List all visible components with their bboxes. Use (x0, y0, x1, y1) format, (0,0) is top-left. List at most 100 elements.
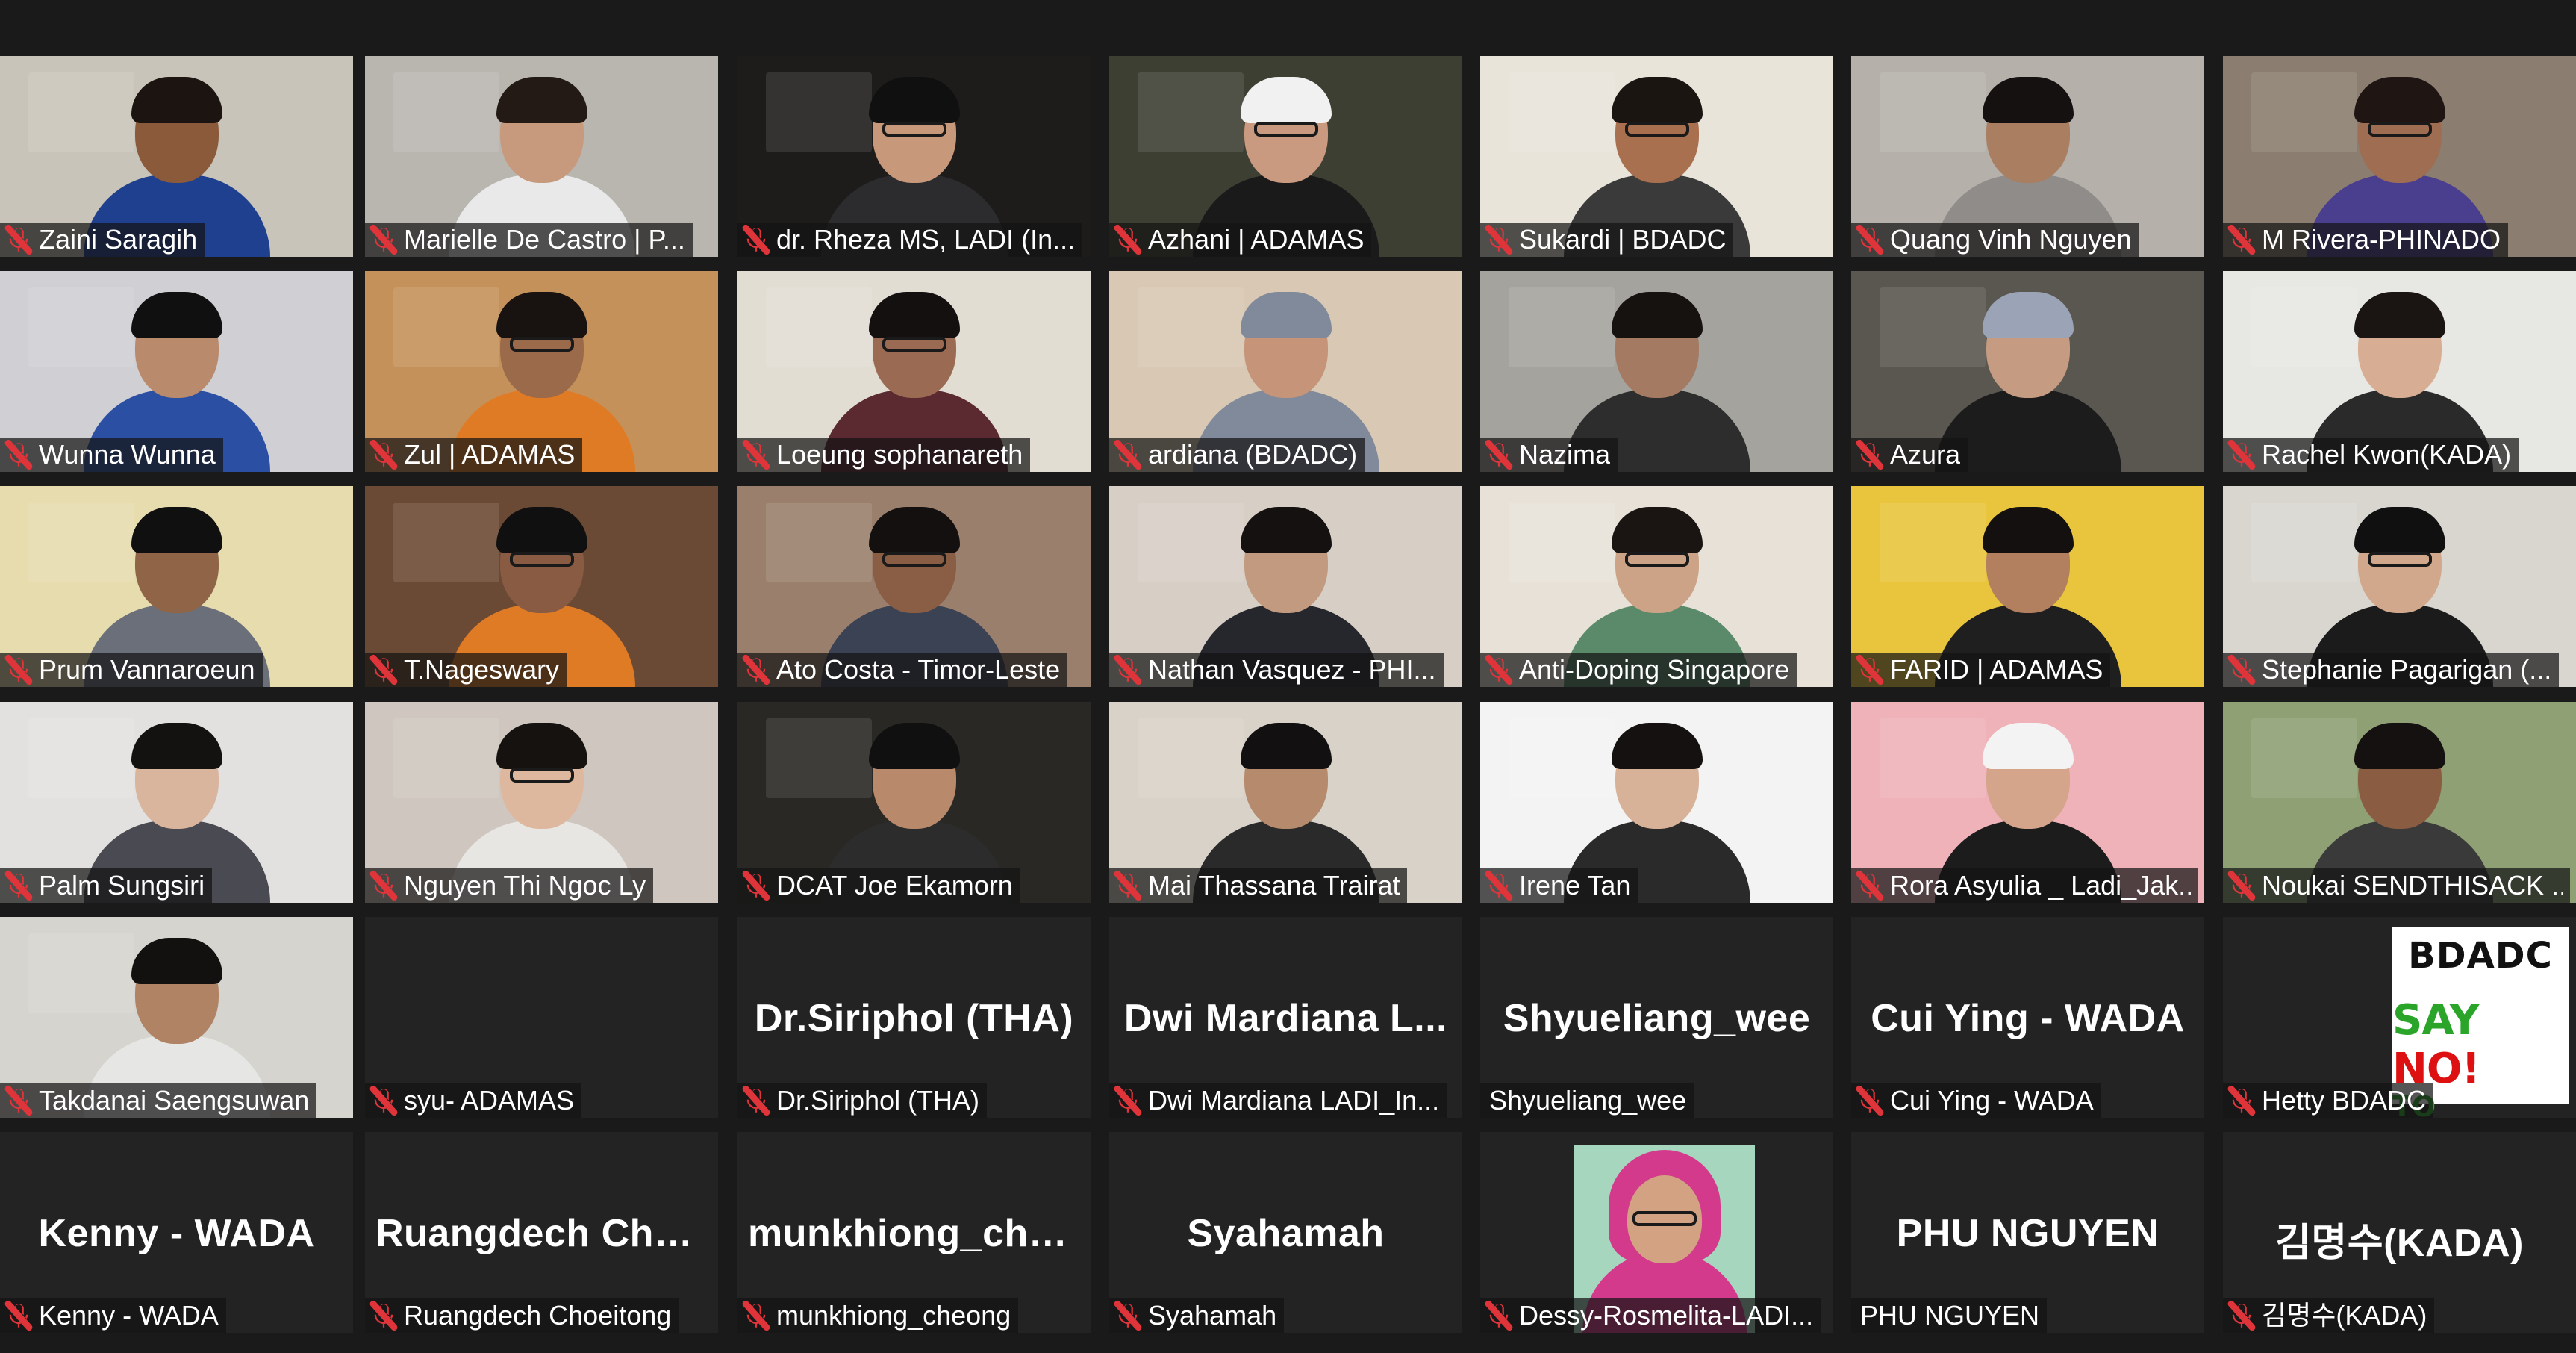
participant-name-label: ardiana (BDADC) (1109, 438, 1365, 472)
participant-name: munkhiong_cheong (776, 1300, 1011, 1331)
participant-tile[interactable]: T.Nageswary (365, 486, 718, 687)
figure-hair (1240, 77, 1332, 123)
bdadc-logo: BDADC SAY NO! TO DOPING (2392, 927, 2569, 1118)
participant-tile[interactable]: Nazima (1480, 271, 1833, 472)
participant-tile[interactable]: Quang Vinh Nguyen (1851, 56, 2204, 257)
participant-display-name: Shyueliang_wee (1503, 997, 1811, 1040)
participant-name-label: Cui Ying - WADA (1851, 1083, 2101, 1118)
participant-name-label: Wunna Wunna (0, 438, 223, 472)
mic-muted-icon (1854, 870, 1886, 901)
participant-name: Nazima (1519, 439, 1611, 470)
participant-tile[interactable]: DCAT Joe Ekamorn (737, 702, 1091, 903)
figure-hair (1982, 723, 2074, 769)
mic-muted-icon (1112, 1300, 1144, 1331)
participant-name: Prum Vannaroeun (39, 654, 255, 685)
participant-tile[interactable]: Palm Sungsiri (0, 702, 353, 903)
mic-muted-icon (2226, 1300, 2257, 1331)
glasses-icon (509, 337, 574, 352)
participant-name: Azura (1890, 439, 1961, 470)
participant-name-label: T.Nageswary (365, 653, 567, 687)
participant-name: Rachel Kwon(KADA) (2262, 439, 2512, 470)
participant-name: Stephanie Pagarigan (... (2262, 654, 2552, 685)
participant-tile[interactable]: Zul | ADAMAS (365, 271, 718, 472)
participant-tile[interactable]: Loeung sophanareth (737, 271, 1091, 472)
participant-name-label: Irene Tan (1480, 868, 1638, 903)
figure-hair (1982, 292, 2074, 338)
figure-hair (1611, 292, 1703, 338)
participant-tile[interactable]: dr. Rheza MS, LADI (In... (737, 56, 1091, 257)
participant-tile[interactable]: Mai Thassana Trairat (1109, 702, 1462, 903)
participant-name: Nguyen Thi Ngoc Ly (404, 870, 646, 901)
participant-tile[interactable]: M Rivera-PHINADO (2223, 56, 2576, 257)
participant-name: Noukai SENDTHISACK ... (2262, 870, 2563, 901)
participant-name-label: Nazima (1480, 438, 1618, 472)
mic-muted-icon (740, 1085, 772, 1116)
participant-name: Cui Ying - WADA (1890, 1085, 2094, 1116)
participant-tile[interactable]: PHU NGUYEN PHU NGUYEN (1851, 1132, 2204, 1333)
participant-name: Syahamah (1148, 1300, 1277, 1331)
participant-name-label: Noukai SENDTHISACK ... (2223, 868, 2570, 903)
participant-name: Rora Asyulia _ Ladi_Jak... (1890, 870, 2191, 901)
participant-tile[interactable]: Cui Ying - WADA Cui Ying - WADA (1851, 917, 2204, 1118)
participant-tile[interactable]: Stephanie Pagarigan (... (2223, 486, 2576, 687)
participant-tile[interactable]: Zaini Saragih (0, 56, 353, 257)
participant-tile[interactable]: Azhani | ADAMAS (1109, 56, 1462, 257)
participant-tile[interactable]: Wunna Wunna (0, 271, 353, 472)
participant-name-label: Sukardi | BDADC (1480, 223, 1734, 257)
participant-tile[interactable]: Azura (1851, 271, 2204, 472)
participant-tile[interactable]: FARID | ADAMAS (1851, 486, 2204, 687)
participant-display-name: 김명수(KADA) (2275, 1222, 2524, 1265)
participant-tile[interactable]: Syahamah Syahamah (1109, 1132, 1462, 1333)
participant-tile[interactable]: 김명수(KADA) 김명수(KADA) (2223, 1132, 2576, 1333)
glasses-icon (1624, 552, 1689, 567)
mic-muted-icon (740, 870, 772, 901)
participant-tile[interactable]: Noukai SENDTHISACK ... (2223, 702, 2576, 903)
figure-hair (496, 292, 587, 338)
participant-name-label: Nathan Vasquez - PHI... (1109, 653, 1444, 687)
participant-name: Sukardi | BDADC (1519, 224, 1727, 255)
participant-tile[interactable]: munkhiong_che... munkhiong_cheong (737, 1132, 1091, 1333)
participant-tile[interactable]: Rachel Kwon(KADA) (2223, 271, 2576, 472)
participant-tile[interactable]: Prum Vannaroeun (0, 486, 353, 687)
participant-tile[interactable]: Nathan Vasquez - PHI... (1109, 486, 1462, 687)
participant-name-label: Ruangdech Choeitong (365, 1298, 679, 1333)
participant-display-name: PHU NGUYEN (1896, 1212, 2159, 1255)
participant-tile[interactable]: BDADC SAY NO! TO DOPING Hetty BDADC (2223, 917, 2576, 1118)
participant-name-label: Mai Thassana Trairat (1109, 868, 1408, 903)
participant-name: Anti-Doping Singapore (1519, 654, 1790, 685)
participant-tile[interactable]: Rora Asyulia _ Ladi_Jak... (1851, 702, 2204, 903)
participant-name-label: Dr.Siriphol (THA) (737, 1083, 988, 1118)
participant-name: PHU NGUYEN (1860, 1300, 2040, 1331)
participant-name-label: Kenny - WADA (0, 1298, 226, 1333)
participant-tile[interactable]: Nguyen Thi Ngoc Ly (365, 702, 718, 903)
participant-tile[interactable]: Anti-Doping Singapore (1480, 486, 1833, 687)
participant-tile[interactable]: ardiana (BDADC) (1109, 271, 1462, 472)
participant-name-label: syu- ADAMAS (365, 1083, 582, 1118)
participant-name: 김명수(KADA) (2262, 1300, 2427, 1331)
participant-tile[interactable]: Irene Tan (1480, 702, 1833, 903)
participant-tile[interactable]: Kenny - WADA Kenny - WADA (0, 1132, 353, 1333)
participant-name-label: PHU NGUYEN (1851, 1298, 2048, 1333)
participant-name-label: Syahamah (1109, 1298, 1285, 1333)
participant-tile[interactable]: Ruangdech Cho... Ruangdech Choeitong (365, 1132, 718, 1333)
mic-muted-icon (2226, 224, 2257, 255)
participant-tile[interactable]: syu- ADAMAS (365, 917, 718, 1118)
participant-tile[interactable]: Ato Costa - Timor-Leste (737, 486, 1091, 687)
figure-hair (1611, 723, 1703, 769)
participant-name-label: Quang Vinh Nguyen (1851, 223, 2139, 257)
participant-tile[interactable]: Dwi Mardiana L... Dwi Mardiana LADI_In..… (1109, 917, 1462, 1118)
mic-muted-icon (2226, 654, 2257, 685)
mic-muted-icon (2226, 439, 2257, 470)
participant-tile[interactable]: Shyueliang_wee Shyueliang_wee (1480, 917, 1833, 1118)
logo-brand: BDADC (2408, 935, 2553, 977)
participant-tile[interactable]: Sukardi | BDADC (1480, 56, 1833, 257)
participant-tile[interactable]: Marielle De Castro | P... (365, 56, 718, 257)
participant-display-name: Cui Ying - WADA (1871, 997, 2185, 1040)
participant-tile[interactable]: Takdanai Saengsuwan (0, 917, 353, 1118)
participant-tile[interactable]: Dessy-Rosmelita-LADI... (1480, 1132, 1833, 1333)
participant-name-label: Takdanai Saengsuwan (0, 1083, 317, 1118)
participant-name: Wunna Wunna (39, 439, 216, 470)
glasses-icon (1624, 122, 1689, 137)
participant-name: syu- ADAMAS (404, 1085, 575, 1116)
participant-tile[interactable]: Dr.Siriphol (THA) Dr.Siriphol (THA) (737, 917, 1091, 1118)
